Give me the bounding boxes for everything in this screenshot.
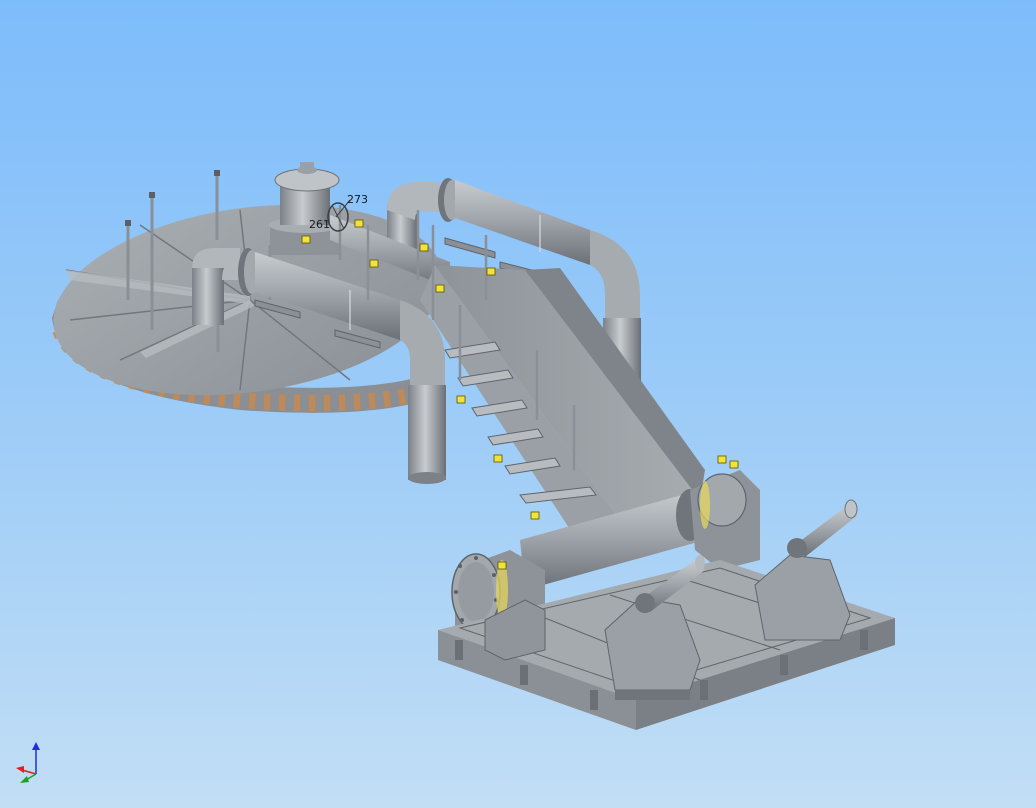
- cad-model[interactable]: [0, 0, 1036, 808]
- pedestal-right[interactable]: [754, 554, 851, 641]
- hydraulic-cylinder-right[interactable]: [787, 499, 858, 558]
- cad-3d-viewport[interactable]: 273 261: [0, 0, 1036, 808]
- dimension-label-273[interactable]: 273: [347, 194, 368, 205]
- triad-axes-icon[interactable]: [12, 740, 48, 784]
- dimension-label-261[interactable]: 261: [309, 219, 330, 230]
